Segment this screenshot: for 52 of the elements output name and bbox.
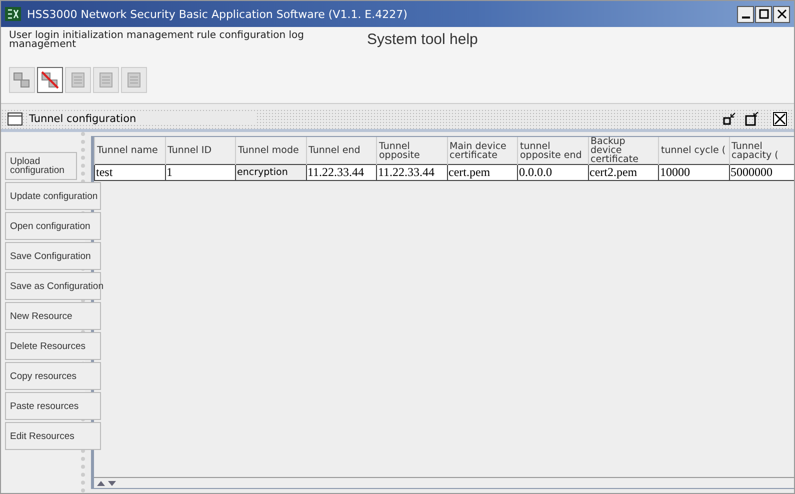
- action-button[interactable]: Paste resources: [5, 392, 101, 420]
- network-icon: [12, 70, 32, 90]
- window-title: HSS3000 Network Security Basic Application Software (V1.1. E.4227): [27, 8, 408, 20]
- maximize-button[interactable]: [755, 6, 772, 22]
- table-cell: 5000000: [729, 164, 794, 180]
- toolbar-button[interactable]: [37, 67, 63, 93]
- frame-title: Tunnel configuration: [29, 113, 256, 125]
- iconify-icon: [723, 112, 737, 126]
- table-cell: 11.22.33.44: [376, 164, 447, 180]
- table-cell: test: [94, 164, 165, 180]
- column-header[interactable]: Tunnel opposite: [376, 137, 447, 164]
- column-header[interactable]: Backup device certificate: [588, 137, 658, 164]
- column-header[interactable]: Tunnel name: [94, 137, 165, 164]
- app-logo-icon: [5, 7, 21, 21]
- menu-bar-text[interactable]: User login initialization management rule configuration log management: [9, 31, 349, 65]
- table-cell: cert.pem: [447, 164, 518, 180]
- close-icon: [776, 9, 786, 19]
- maximize-icon: [758, 9, 768, 19]
- close-button[interactable]: [773, 6, 790, 22]
- table-cell: 11.22.33.44: [306, 164, 376, 180]
- action-button[interactable]: Open configuration: [5, 212, 101, 240]
- maximize-button[interactable]: [744, 111, 760, 127]
- menu-bar-text[interactable]: System tool help: [367, 31, 478, 65]
- table-cell: 0.0.0.0: [518, 164, 588, 180]
- scroll-arrows-icon[interactable]: [96, 479, 118, 487]
- column-header[interactable]: Tunnel capacity (: [729, 137, 794, 164]
- minimize-button[interactable]: [737, 6, 754, 22]
- action-button[interactable]: New Resource: [5, 302, 101, 330]
- action-button[interactable]: Update configuration: [5, 182, 101, 210]
- action-button[interactable]: Upload configuration: [5, 152, 77, 180]
- action-button[interactable]: Save Configuration: [5, 242, 101, 270]
- network-icon: [40, 70, 60, 90]
- column-header[interactable]: Tunnel end: [306, 137, 376, 164]
- column-header[interactable]: Tunnel ID: [165, 137, 236, 164]
- column-header[interactable]: Main device certificate: [447, 137, 518, 164]
- close-button[interactable]: [772, 111, 788, 127]
- table-cell: 1: [165, 164, 236, 180]
- column-header[interactable]: Tunnel mode: [236, 137, 306, 164]
- action-button[interactable]: Copy resources: [5, 362, 101, 390]
- table-cell: 10000: [658, 164, 729, 180]
- iconify-button[interactable]: [722, 111, 738, 127]
- table-cell: encryption: [236, 164, 306, 180]
- action-button[interactable]: Save as Configuration: [5, 272, 101, 300]
- column-header[interactable]: tunnel cycle (: [658, 137, 729, 164]
- close-icon: [773, 112, 787, 126]
- action-button[interactable]: Delete Resources: [5, 332, 101, 360]
- minimize-icon: [740, 16, 750, 18]
- column-header[interactable]: tunnel opposite end: [518, 137, 588, 164]
- action-button[interactable]: Edit Resources: [5, 422, 101, 450]
- maximize-icon: [745, 112, 759, 126]
- window-icon: [7, 112, 23, 126]
- table-cell: cert2.pem: [588, 164, 658, 180]
